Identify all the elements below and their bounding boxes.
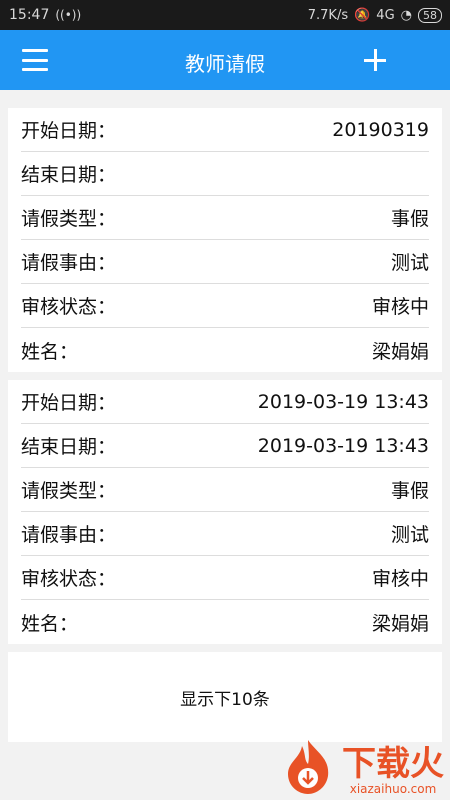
leave-type-label: 请假类型：	[21, 208, 117, 230]
leave-list: 开始日期： 20190319 结束日期： 请假类型： 事假 请假事由： 测试 审…	[0, 90, 450, 742]
end-date-label: 结束日期：	[21, 164, 117, 186]
name-row: 姓名： 梁娟娟	[21, 328, 429, 372]
name-row: 姓名： 梁娟娟	[21, 600, 429, 644]
name-label: 姓名：	[21, 612, 79, 635]
radio-wave-icon: ((•))	[55, 8, 82, 22]
leave-reason-row: 请假事由： 测试	[21, 240, 429, 284]
review-status-value: 审核中	[371, 568, 429, 590]
leave-type-value: 事假	[390, 480, 429, 502]
wifi-icon: ◔	[400, 7, 412, 23]
watermark: 下载火 xiazaihuo.com	[278, 736, 444, 796]
review-status-row: 审核状态： 审核中	[21, 556, 429, 600]
mute-icon: 🔕	[354, 7, 371, 23]
start-date-row: 开始日期： 2019-03-19 13:43	[21, 380, 429, 424]
name-label: 姓名：	[21, 340, 79, 363]
network-type: 4G	[376, 7, 395, 23]
battery-level: 58	[418, 7, 442, 23]
end-date-row: 结束日期： 2019-03-19 13:43	[21, 424, 429, 468]
start-date-row: 开始日期： 20190319	[21, 108, 429, 152]
status-bar: 15:47 ((•)) 7.7K/s 🔕 4G ◔ 58	[0, 0, 450, 30]
end-date-value: 2019-03-19 13:43	[257, 434, 429, 457]
start-date-value: 20190319	[332, 118, 429, 141]
start-date-label: 开始日期：	[21, 120, 117, 142]
plus-icon[interactable]	[364, 49, 386, 71]
review-status-label: 审核状态：	[21, 568, 117, 590]
review-status-row: 审核状态： 审核中	[21, 284, 429, 328]
watermark-title: 下载火	[342, 744, 444, 784]
status-time: 15:47	[9, 7, 50, 23]
app-bar: 教师请假	[0, 30, 450, 90]
flame-logo-icon	[288, 740, 329, 794]
leave-reason-row: 请假事由： 测试	[21, 512, 429, 556]
review-status-value: 审核中	[371, 296, 429, 318]
leave-type-row: 请假类型： 事假	[21, 196, 429, 240]
end-date-label: 结束日期：	[21, 436, 117, 458]
leave-record-card[interactable]: 开始日期： 20190319 结束日期： 请假类型： 事假 请假事由： 测试 审…	[8, 108, 442, 372]
load-more-button[interactable]: 显示下10条	[8, 652, 442, 742]
leave-type-value: 事假	[390, 208, 429, 230]
leave-reason-label: 请假事由：	[21, 524, 117, 546]
network-speed: 7.7K/s	[307, 7, 349, 23]
review-status-label: 审核状态：	[21, 296, 117, 318]
name-value: 梁娟娟	[371, 340, 429, 363]
leave-reason-value: 测试	[390, 524, 429, 546]
leave-record-card[interactable]: 开始日期： 2019-03-19 13:43 结束日期： 2019-03-19 …	[8, 380, 442, 644]
name-value: 梁娟娟	[371, 612, 429, 635]
end-date-row: 结束日期：	[21, 152, 429, 196]
leave-type-row: 请假类型： 事假	[21, 468, 429, 512]
watermark-sub: xiazaihuo.com	[349, 782, 437, 796]
leave-reason-value: 测试	[390, 252, 429, 274]
leave-reason-label: 请假事由：	[21, 252, 117, 274]
start-date-value: 2019-03-19 13:43	[257, 390, 429, 413]
leave-type-label: 请假类型：	[21, 480, 117, 502]
start-date-label: 开始日期：	[21, 392, 117, 414]
